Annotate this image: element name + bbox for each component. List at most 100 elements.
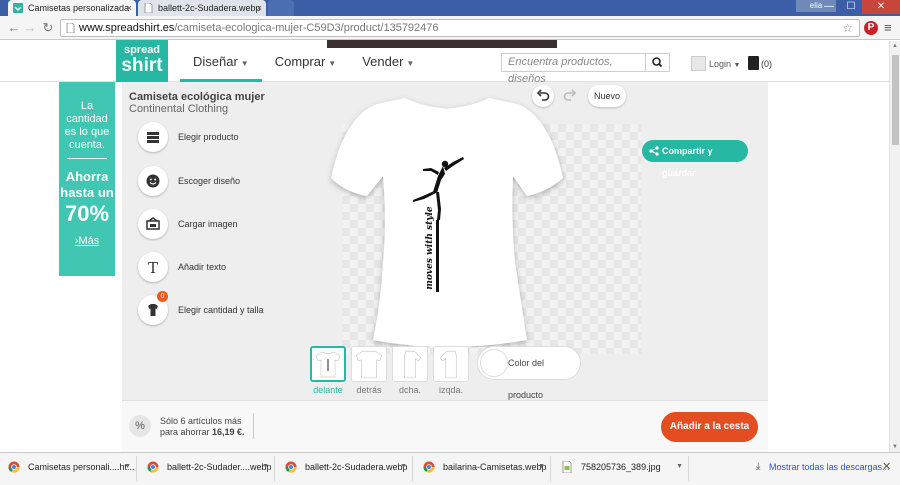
tshirt-front-icon <box>315 351 341 378</box>
caret-down-icon[interactable]: ▼ <box>676 456 683 478</box>
maximize-icon[interactable]: ☐ <box>840 0 862 14</box>
view-left[interactable]: izqda. <box>433 346 469 395</box>
chrome-icon <box>423 461 435 473</box>
url-bar[interactable]: www.spreadshirt.es/camiseta-ecologica-mu… <box>60 19 860 37</box>
forward-arrow-icon[interactable]: → <box>22 20 38 36</box>
minimize-icon[interactable]: — <box>818 0 840 14</box>
tool-cargar-imagen[interactable]: Cargar imagen <box>138 209 238 241</box>
scroll-up-icon[interactable]: ▲ <box>890 43 900 49</box>
caret-down-icon[interactable]: ▼ <box>538 456 545 478</box>
tshirt-right-icon <box>404 350 422 379</box>
tshirt-back-icon <box>355 350 383 379</box>
nav-comprar[interactable]: Comprar ▼ <box>262 40 350 82</box>
nav-disenar[interactable]: Diseñar ▼ <box>180 40 262 82</box>
view-thumbnail <box>392 346 428 382</box>
page-scrollbar[interactable]: ▲ ▼ <box>889 41 900 452</box>
tool-elegir-producto[interactable]: Elegir producto <box>138 122 239 154</box>
bookmark-star-icon[interactable]: ☆ <box>842 20 853 36</box>
tool-label: Añadir texto <box>178 262 227 272</box>
close-tab-icon[interactable]: × <box>257 0 262 16</box>
download-item[interactable]: Camisetas personali....ht... ▼ <box>0 456 137 482</box>
promo-banner[interactable]: La cantidad es lo que cuenta. Ahorra has… <box>59 82 115 276</box>
download-name: bailarina-Camisetas.webp <box>443 462 547 472</box>
cart-link[interactable]: (0) <box>748 56 772 72</box>
browser-toolbar: ← → ↻ www.spreadshirt.es/camiseta-ecolog… <box>0 16 900 40</box>
show-all-label: Mostrar todas las descargas... <box>769 462 890 472</box>
new-tab-button[interactable] <box>268 0 294 16</box>
download-name: ballett-2c-Sudadera.webp <box>305 462 408 472</box>
nav-label: Diseñar <box>193 54 238 69</box>
search-button[interactable] <box>645 53 670 72</box>
shirt-stack-icon <box>147 132 159 143</box>
promo-text1: La cantidad es lo que cuenta. <box>64 100 110 151</box>
main-nav: Diseñar ▼ Comprar ▼ Vender ▼ <box>180 40 427 82</box>
share-icon <box>649 146 659 156</box>
download-item[interactable]: ballett-2c-Sudader....webp ▼ <box>139 456 275 482</box>
view-label: izqda. <box>438 385 464 395</box>
close-tab-icon[interactable]: × <box>127 0 132 16</box>
share-label: Compartir y guardar <box>662 146 713 178</box>
reload-icon[interactable]: ↻ <box>40 20 56 36</box>
url-host: www.spreadshirt.es <box>79 22 175 34</box>
caret-down-icon: ▼ <box>328 59 337 68</box>
promo-divider <box>67 158 107 159</box>
browser-tab-spreadshirt[interactable]: Camisetas personalizada × <box>8 0 136 16</box>
tool-anadir-texto[interactable]: T Añadir texto <box>138 252 226 284</box>
product-brand: Continental Clothing <box>129 103 229 115</box>
close-window-icon[interactable]: ✕ <box>862 0 900 14</box>
caret-down-icon[interactable]: ▼ <box>262 456 269 478</box>
promo-more-label: Más <box>78 235 100 247</box>
view-selector: delante detrás dcha. izqda. <box>310 346 474 395</box>
browser-tab-webp[interactable]: ballett-2c-Sudadera.webp × <box>138 0 266 16</box>
nav-label: Comprar <box>274 54 326 69</box>
site-search-input[interactable]: Encuentra productos, diseños <box>501 53 645 85</box>
nav-vender[interactable]: Vender ▼ <box>349 40 427 82</box>
promo-text2: Ahorra hasta un <box>60 169 114 200</box>
download-name: Camisetas personali....ht... <box>28 462 135 472</box>
logo-line2: shirt <box>121 55 163 76</box>
view-right[interactable]: dcha. <box>392 346 428 395</box>
logo-line1: spread <box>123 44 161 56</box>
chrome-icon <box>8 461 20 473</box>
new-design-button[interactable]: Nuevo <box>588 85 626 107</box>
svg-text:T: T <box>148 259 158 275</box>
window-controls: — ☐ ✕ <box>818 0 900 14</box>
share-save-button[interactable]: Compartir y guardar <box>642 140 748 178</box>
show-all-downloads-link[interactable]: ⤓ Mostrar todas las descargas... <box>756 461 890 472</box>
spreadshirt-favicon-icon <box>13 3 23 13</box>
spreadshirt-logo[interactable]: spread shirt <box>116 40 168 82</box>
browser-tab-title: Camisetas personalizada <box>28 3 130 13</box>
back-arrow-icon[interactable]: ← <box>6 20 22 36</box>
tool-circle <box>138 166 168 196</box>
download-item[interactable]: ballett-2c-Sudadera.webp ▼ <box>277 456 413 482</box>
upload-image-icon <box>146 217 160 230</box>
view-label: dcha. <box>398 385 422 395</box>
avatar-icon <box>691 56 706 71</box>
caret-down-icon[interactable]: ▼ <box>400 456 407 478</box>
close-shelf-icon[interactable]: ✕ <box>882 460 891 473</box>
smiley-icon <box>146 174 160 188</box>
url-path: /camiseta-ecologica-mujer-C59D3/product/… <box>174 22 439 34</box>
downloads-shelf: Camisetas personali....ht... ▼ ballett-2… <box>0 452 900 485</box>
search-icon <box>652 57 663 68</box>
caret-down-icon[interactable]: ▼ <box>124 456 131 478</box>
design-text[interactable]: moves with style <box>415 203 455 303</box>
pinterest-extension-icon[interactable]: P <box>864 21 878 35</box>
add-to-cart-button[interactable]: Añadir a la cesta <box>661 412 758 442</box>
promo-more-link[interactable]: ›Más <box>59 235 115 247</box>
color-swatch <box>480 349 508 377</box>
download-item[interactable]: bailarina-Camisetas.webp ▼ <box>415 456 551 482</box>
login-menu[interactable]: Login ▼ <box>691 56 740 72</box>
tool-escoger-diseno[interactable]: Escoger diseño <box>138 166 240 198</box>
tool-cantidad-talla[interactable]: 0 Elegir cantidad y talla <box>138 291 264 327</box>
download-item[interactable]: 758205736_389.jpg ▼ <box>553 456 689 482</box>
percent-icon: % <box>129 415 151 437</box>
product-color-button[interactable]: Color del producto <box>477 346 581 400</box>
scroll-down-icon[interactable]: ▼ <box>890 444 900 450</box>
view-front[interactable]: delante <box>310 346 346 395</box>
browser-menu-icon[interactable]: ≡ <box>884 20 892 35</box>
scroll-thumb[interactable] <box>892 55 899 145</box>
view-back[interactable]: detrás <box>351 346 387 395</box>
discount-amount: 16,19 €. <box>212 427 245 437</box>
product-title: Camiseta ecológica mujer <box>129 91 265 103</box>
